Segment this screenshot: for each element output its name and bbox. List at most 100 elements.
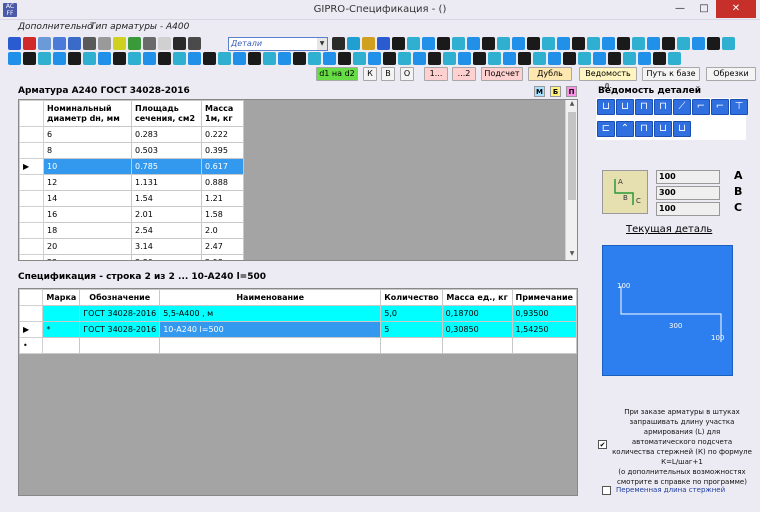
armature-cell[interactable]: 2.47 [201, 238, 244, 255]
toolbar-tool-icon[interactable] [458, 52, 471, 65]
armature-cell[interactable]: 0.283 [131, 126, 202, 143]
armature-cell[interactable]: 3.80 [131, 254, 202, 260]
toolbar-tool-icon[interactable] [407, 37, 420, 50]
toolbar-tool-icon[interactable] [173, 37, 186, 50]
toolbar-tool-icon[interactable] [188, 52, 201, 65]
toolbar-tool-icon[interactable] [143, 37, 156, 50]
spec-cell-mark[interactable]: * [42, 321, 81, 338]
toolbar-tool-icon[interactable] [188, 37, 201, 50]
spec-cell-note[interactable] [511, 337, 577, 354]
toolbar-tool-icon[interactable] [23, 37, 36, 50]
table-row[interactable]: 8 0.503 0.395 [19, 142, 244, 159]
toolbar-tool-icon[interactable] [98, 37, 111, 50]
armature-cell[interactable]: 0.503 [131, 142, 202, 159]
chevron-down-icon[interactable]: ▼ [317, 38, 327, 50]
toolbar-tool-icon[interactable] [338, 52, 351, 65]
dim-c-field[interactable]: 100 [656, 202, 720, 216]
toolbar-tool-icon[interactable] [113, 52, 126, 65]
spec-col-header[interactable]: Марка [42, 289, 81, 306]
toolbar-tool-icon[interactable] [503, 52, 516, 65]
toolbar-tool-icon[interactable] [707, 37, 720, 50]
dim-b-field[interactable]: 300 [656, 186, 720, 200]
toolbar-tool-icon[interactable] [68, 37, 81, 50]
d1-to-d2-button[interactable]: d1 на d2 [316, 67, 358, 81]
spec-col-header[interactable]: Обозначение [79, 289, 161, 306]
o-button[interactable]: О [400, 67, 414, 81]
scroll-down-icon[interactable]: ▼ [566, 250, 577, 260]
toolbar-tool-icon[interactable] [638, 52, 651, 65]
detail-shape-icon[interactable]: ⊤ [730, 99, 748, 115]
armature-cell[interactable]: 0.395 [201, 142, 244, 159]
armature-cell[interactable]: 1.21 [201, 190, 244, 207]
toolbar-tool-icon[interactable] [263, 52, 276, 65]
toolbar-tool-icon[interactable] [8, 52, 21, 65]
toolbar-tool-icon[interactable] [527, 37, 540, 50]
toolbar-tool-icon[interactable] [548, 52, 561, 65]
range-end-button[interactable]: ...2 [452, 67, 476, 81]
table-row[interactable]: • [19, 337, 577, 354]
detail-shape-icon[interactable]: ⊏ [597, 121, 615, 137]
armature-cell[interactable]: 2.98 [201, 254, 244, 260]
duplicate-button[interactable]: Дубль [528, 67, 572, 81]
armature-cell[interactable]: 1.58 [201, 206, 244, 223]
spec-cell-note[interactable]: 1,54250 [511, 321, 577, 338]
toolbar-tool-icon[interactable] [383, 52, 396, 65]
toolbar-tool-icon[interactable] [578, 52, 591, 65]
armature-cell[interactable]: 18 [43, 222, 132, 239]
toolbar-tool-icon[interactable] [38, 37, 51, 50]
spec-cell-code[interactable]: ГОСТ 34028-2016 [79, 321, 161, 338]
armature-cell[interactable]: 0.785 [131, 158, 202, 175]
armature-cell[interactable]: 0.888 [201, 174, 244, 191]
toolbar-tool-icon[interactable] [413, 52, 426, 65]
spec-cell-note[interactable]: 0,93500 [511, 305, 577, 322]
armature-cell[interactable]: 14 [43, 190, 132, 207]
toolbar-tool-icon[interactable] [53, 52, 66, 65]
toolbar-tool-icon[interactable] [662, 37, 675, 50]
toolbar-tool-icon[interactable] [452, 37, 465, 50]
toolbar-tool-icon[interactable] [437, 37, 450, 50]
detail-shape-icon[interactable]: ⊓ [654, 99, 672, 115]
table-row[interactable]: 16 2.01 1.58 [19, 206, 244, 223]
scroll-up-icon[interactable]: ▲ [566, 100, 577, 110]
toolbar-tool-icon[interactable] [617, 37, 630, 50]
toolbar-tool-icon[interactable] [203, 52, 216, 65]
toolbar-tool-icon[interactable] [323, 52, 336, 65]
spec-cell-qty[interactable]: 5,0 [380, 305, 443, 322]
toolbar-tool-icon[interactable] [158, 52, 171, 65]
toolbar-tool-icon[interactable] [647, 37, 660, 50]
toolbar-tool-icon[interactable] [593, 52, 606, 65]
toolbar-tool-icon[interactable] [368, 52, 381, 65]
spec-cell-qty[interactable] [380, 337, 443, 354]
toolbar-tool-icon[interactable] [518, 52, 531, 65]
spec-cell-code[interactable]: ГОСТ 34028-2016 [79, 305, 161, 322]
armature-cell[interactable]: 2.0 [201, 222, 244, 239]
table-row[interactable]: 18 2.54 2.0 [19, 222, 244, 239]
toolbar-tool-icon[interactable] [158, 37, 171, 50]
toolbar-tool-icon[interactable] [248, 52, 261, 65]
b-toggle[interactable]: Б [550, 86, 561, 97]
spec-cell-mark[interactable] [42, 337, 81, 354]
toolbar-tool-icon[interactable] [563, 52, 576, 65]
menu-extra[interactable]: Дополнительно [18, 22, 93, 32]
v-button[interactable]: В [381, 67, 395, 81]
toolbar-tool-icon[interactable] [98, 52, 111, 65]
toolbar-tool-icon[interactable] [632, 37, 645, 50]
armature-cell[interactable]: 2.54 [131, 222, 202, 239]
armature-cell[interactable]: 0.222 [201, 126, 244, 143]
armature-cell[interactable]: 8 [43, 142, 132, 159]
toolbar-tool-icon[interactable] [278, 52, 291, 65]
toolbar-tool-icon[interactable] [623, 52, 636, 65]
dim-a-field[interactable]: 100 [656, 170, 720, 184]
toolbar-tool-icon[interactable] [443, 52, 456, 65]
toolbar-tool-icon[interactable] [542, 37, 555, 50]
toolbar-tool-icon[interactable] [218, 52, 231, 65]
armature-cell[interactable]: 22 [43, 254, 132, 260]
db-path-button[interactable]: Путь к базе [642, 67, 700, 81]
table-row[interactable]: ▶ * ГОСТ 34028-2016 10-А240 l=500 5 0,30850 1,… [19, 321, 577, 338]
toolbar-tool-icon[interactable] [482, 37, 495, 50]
toolbar-tool-icon[interactable] [608, 52, 621, 65]
detail-shape-icon[interactable]: ⌐ [692, 99, 710, 115]
toolbar-tool-icon[interactable] [233, 52, 246, 65]
armature-cell[interactable]: 2.01 [131, 206, 202, 223]
toolbar-tool-icon[interactable] [677, 37, 690, 50]
